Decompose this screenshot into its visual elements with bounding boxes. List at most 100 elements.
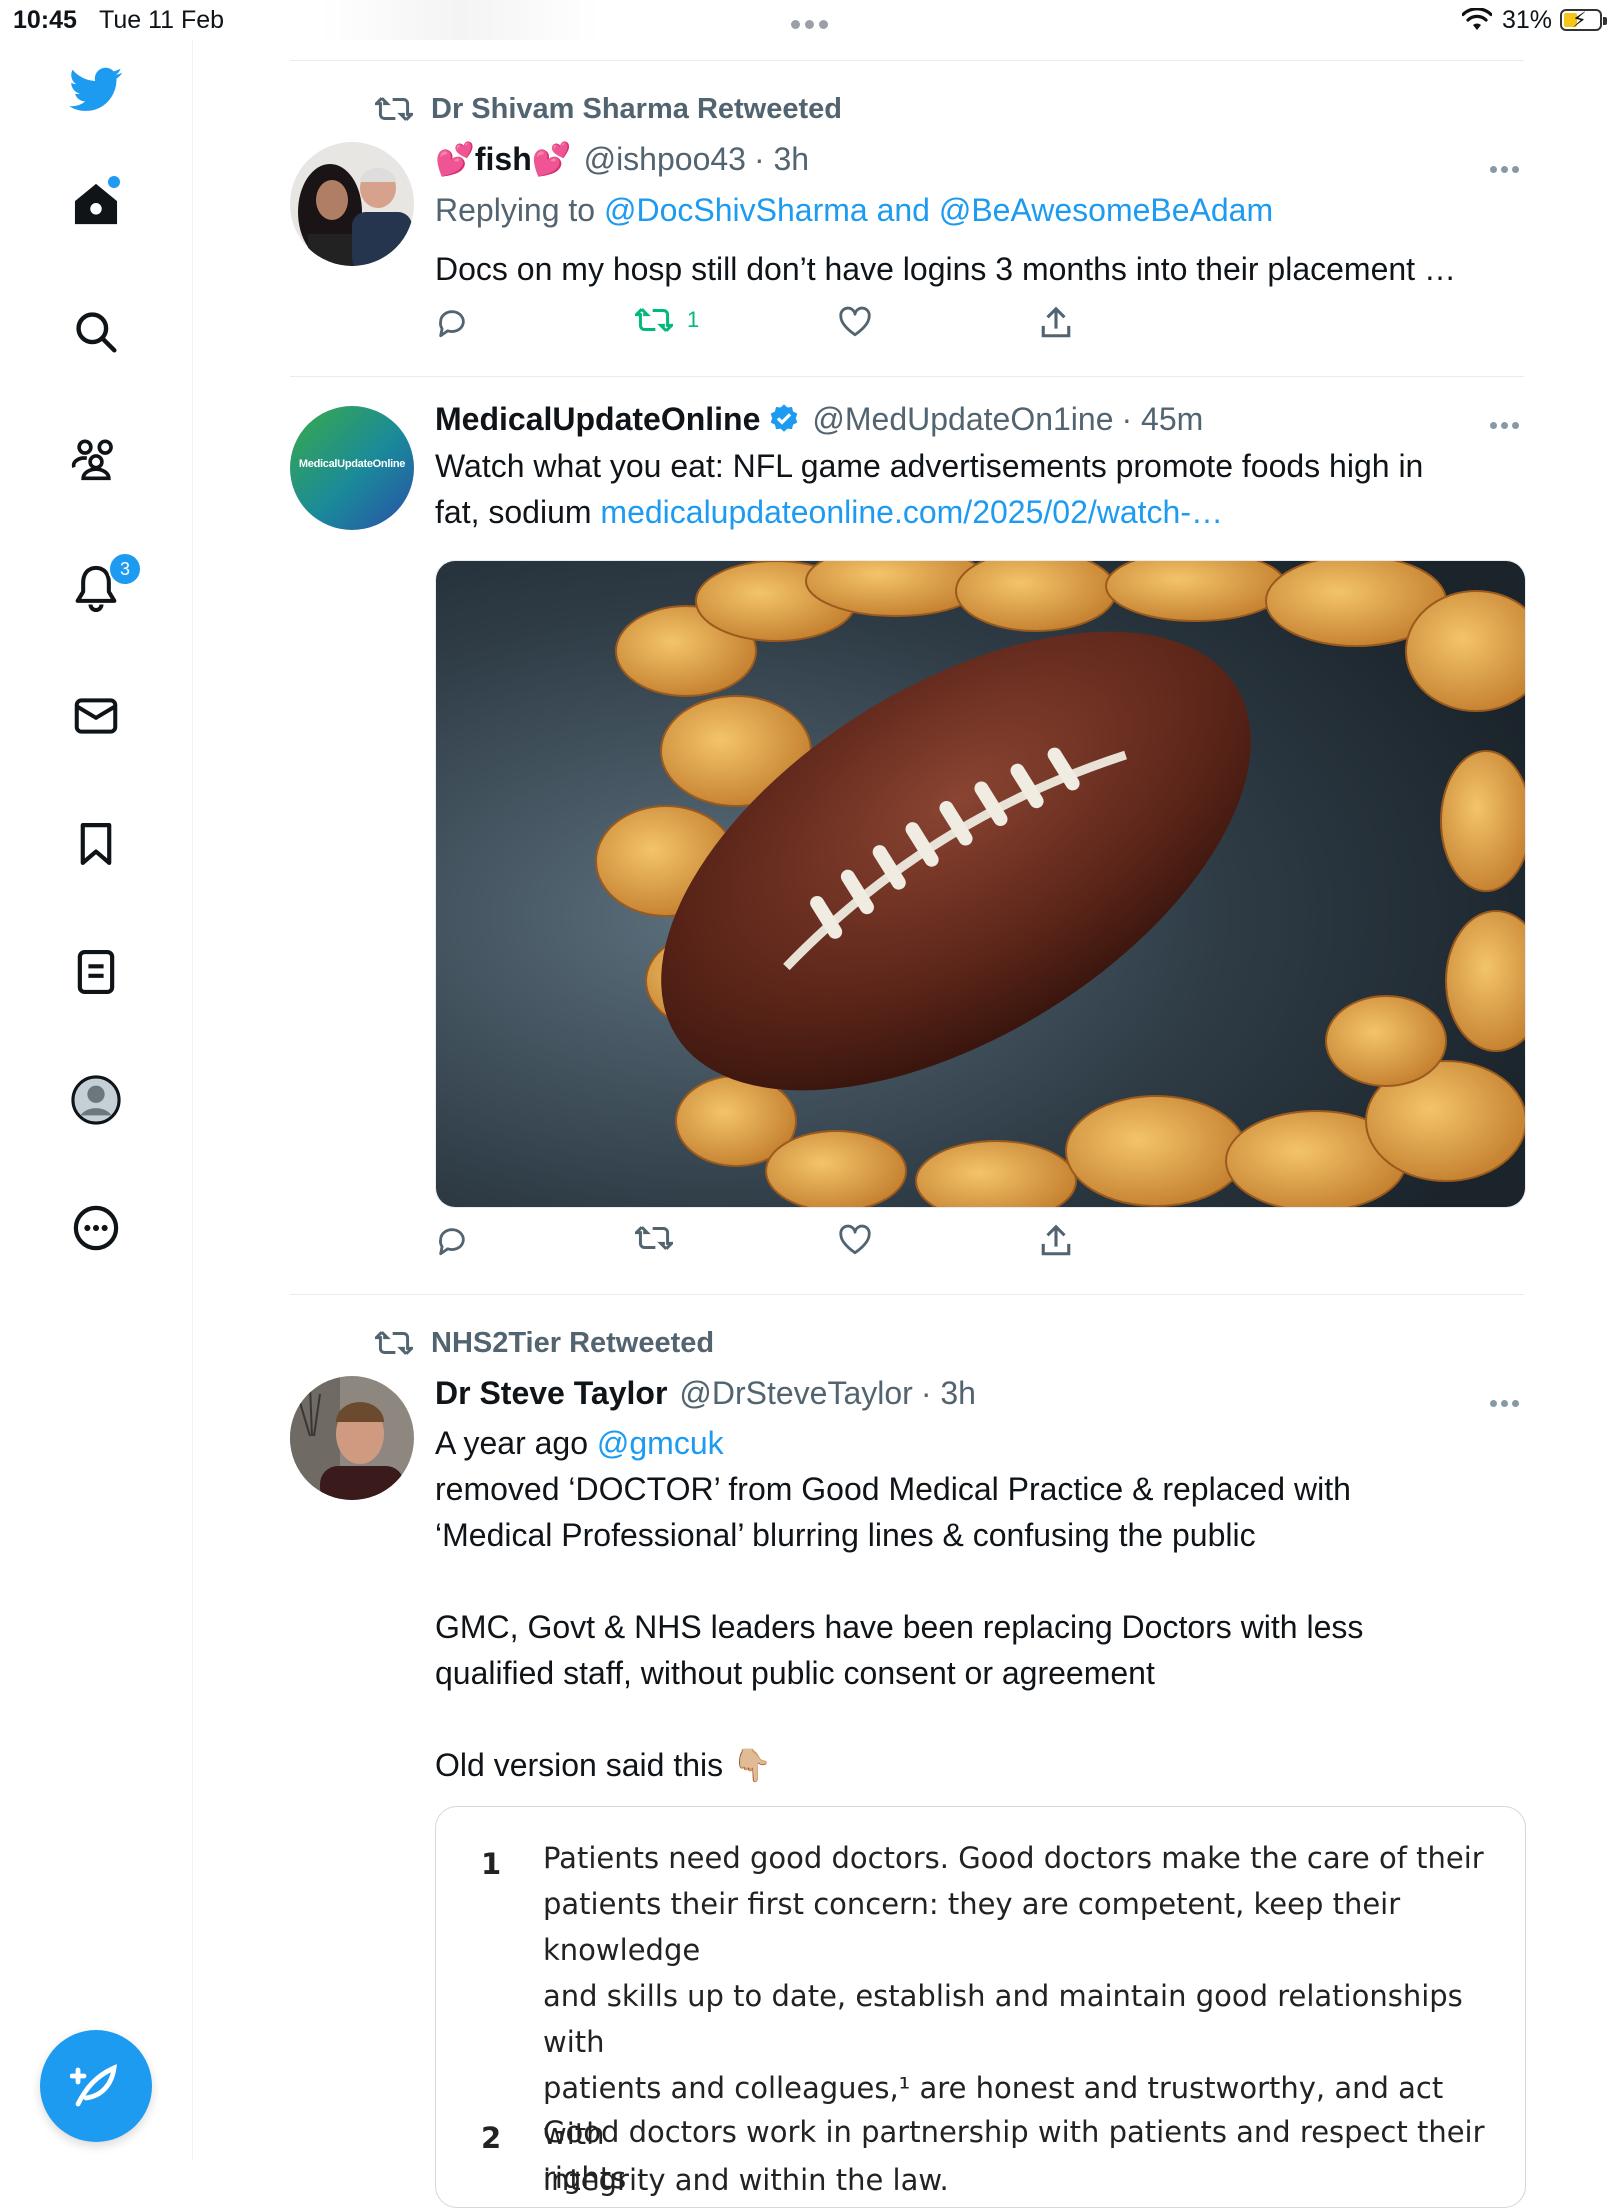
- search-icon[interactable]: [60, 296, 132, 368]
- heart-icon: [839, 1224, 871, 1255]
- retweeted-by-label: NHS2Tier Retweeted: [431, 1326, 715, 1359]
- retweet-button[interactable]: [635, 1224, 673, 1252]
- bookmarks-icon[interactable]: [60, 808, 132, 880]
- handle[interactable]: @DrSteveTaylor: [679, 1375, 912, 1412]
- tweet-text: A year ago @gmcuk removed ‘DOCTOR’ from …: [435, 1420, 1525, 1788]
- tweet-text-fragment: A year ago: [435, 1425, 588, 1461]
- like-button[interactable]: [838, 306, 872, 338]
- quote-line: Good doctors work in partnership with pa…: [543, 2115, 1485, 2195]
- twitter-logo-icon[interactable]: [60, 54, 132, 126]
- messages-icon[interactable]: [60, 680, 132, 752]
- tweet-text-line: A year ago @gmcuk: [435, 1420, 1525, 1466]
- retweet-icon: [635, 1226, 673, 1250]
- tweet-text-line: Old version said this 👇🏼: [435, 1742, 1525, 1788]
- battery-icon: ⚡: [1560, 9, 1607, 32]
- home-unread-dot: [108, 176, 120, 188]
- display-name[interactable]: MedicalUpdateOnline: [435, 401, 760, 438]
- status-date: Tue 11 Feb: [99, 6, 225, 34]
- quote-item-number: 1: [481, 1847, 502, 1881]
- reply-icon: [439, 1228, 465, 1256]
- reply-button[interactable]: [435, 306, 469, 340]
- tweet-actions: 1: [435, 306, 1135, 346]
- quoted-image-card[interactable]: 1 Patients need good doctors. Good docto…: [435, 1806, 1526, 2208]
- share-icon: [1041, 306, 1071, 338]
- mention-link[interactable]: @gmcuk: [597, 1425, 724, 1461]
- retweet-icon: [375, 1331, 413, 1355]
- tweet-text-line: qualified staff, without public consent …: [435, 1655, 1155, 1691]
- tweet-more-icon[interactable]: [1490, 1394, 1524, 1407]
- reply-mention[interactable]: @DocShivSharma: [604, 192, 868, 228]
- tweet-card[interactable]: MedicalUpdateOnline MedicalUpdateOnline …: [290, 376, 1526, 1294]
- avatar[interactable]: MedicalUpdateOnline: [290, 406, 414, 530]
- tweet-card[interactable]: Dr Shivam Sharma Retweeted 💕 fish 💕 @ish…: [290, 60, 1524, 376]
- tweet-card[interactable]: NHS2Tier Retweeted Dr Steve Taylor @DrSt…: [290, 1294, 1526, 2208]
- timestamp[interactable]: · 3h: [754, 141, 809, 178]
- tweet-more-icon[interactable]: [1490, 160, 1524, 173]
- quote-item-text: Good doctors work in partnership with pa…: [543, 2109, 1503, 2201]
- tweet-text: Docs on my hosp still don’t have logins …: [435, 251, 1456, 287]
- wifi-icon: [1462, 8, 1492, 30]
- avatar[interactable]: [290, 142, 414, 266]
- compose-tweet-button[interactable]: [40, 2030, 152, 2142]
- avatar-brand-text: MedicalUpdateOnline: [298, 458, 406, 470]
- multitasking-dots-icon[interactable]: [791, 16, 835, 29]
- quote-line: patients their first concern: they are c…: [543, 1887, 1401, 1967]
- tweet-text-fragment: fat, sodium: [435, 494, 592, 530]
- timestamp[interactable]: · 45m: [1122, 401, 1204, 438]
- tweet-text-fragment: Old version said this: [435, 1747, 724, 1783]
- profile-avatar-icon[interactable]: [60, 1064, 132, 1136]
- reply-mention[interactable]: @BeAwesomeBeAdam: [939, 192, 1273, 228]
- reply-button[interactable]: [435, 1224, 469, 1258]
- handle[interactable]: @MedUpdateOn1ine: [812, 401, 1113, 438]
- quote-line: Patients need good doctors. Good doctors…: [543, 1841, 1484, 1875]
- more-options-icon[interactable]: [60, 1192, 132, 1264]
- notifications-icon[interactable]: 3: [60, 552, 142, 624]
- display-name[interactable]: Dr Steve Taylor: [435, 1375, 667, 1412]
- status-bar: 10:45 Tue 11 Feb 31% ⚡: [0, 0, 1620, 40]
- name-emoji: 💕: [435, 141, 475, 177]
- like-button[interactable]: [838, 1224, 872, 1256]
- compose-feather-icon: [70, 2064, 117, 2107]
- top-bar-blank: [320, 0, 600, 40]
- article-link[interactable]: medicalupdateonline.com/2025/02/watch-…: [600, 494, 1223, 530]
- retweet-context: NHS2Tier Retweeted: [375, 1323, 714, 1363]
- tweet-media-image[interactable]: [435, 560, 1526, 1208]
- sidebar: 3: [0, 40, 193, 2160]
- name-emoji: 💕: [531, 141, 572, 177]
- communities-icon[interactable]: [60, 424, 132, 496]
- reply-icon: [439, 310, 465, 338]
- quote-line: and skills up to date, establish and mai…: [543, 1979, 1463, 2059]
- retweet-icon: [375, 97, 413, 121]
- verified-badge-icon: [771, 404, 798, 432]
- tweet-more-icon[interactable]: [1490, 416, 1524, 429]
- tweet-header: Dr Steve Taylor @DrSteveTaylor · 3h: [435, 1370, 976, 1416]
- share-button[interactable]: [1040, 306, 1072, 340]
- tweet-text-line: fat, sodium medicalupdateonline.com/2025…: [435, 489, 1525, 535]
- retweet-icon: [635, 308, 673, 332]
- avatar[interactable]: [290, 1376, 414, 1500]
- tweet-text: Watch what you eat: NFL game advertiseme…: [435, 443, 1525, 535]
- retweet-context: Dr Shivam Sharma Retweeted: [375, 89, 842, 129]
- home-icon[interactable]: [60, 168, 132, 240]
- battery-percent: 31%: [1502, 6, 1553, 34]
- quote-item-number: 2: [481, 2121, 502, 2155]
- retweet-button[interactable]: 1: [635, 306, 699, 334]
- tweet-actions: [435, 1224, 1135, 1264]
- timestamp[interactable]: · 3h: [921, 1375, 976, 1412]
- reply-context: Replying to @DocShivSharma and @BeAwesom…: [435, 187, 1525, 233]
- tweet-text-line: removed ‘DOCTOR’ from Good Medical Pract…: [435, 1471, 1351, 1507]
- share-icon: [1041, 1224, 1071, 1256]
- share-button[interactable]: [1040, 1224, 1072, 1258]
- retweet-count: 1: [687, 307, 700, 332]
- notifications-badge: 3: [108, 552, 142, 586]
- status-time: 10:45: [13, 6, 77, 34]
- handle[interactable]: @ishpoo43: [584, 141, 746, 178]
- retweeted-by-label: Dr Shivam Sharma Retweeted: [431, 92, 842, 125]
- pointing-down-emoji: 👇🏼: [732, 1747, 772, 1783]
- lists-icon[interactable]: [60, 936, 132, 1008]
- tweet-header: 💕 fish 💕 @ishpoo43 · 3h: [435, 136, 809, 182]
- tweet-text-line: ‘Medical Professional’ blurring lines & …: [435, 1517, 1256, 1553]
- display-name[interactable]: fish: [475, 141, 532, 178]
- heart-icon: [839, 306, 871, 337]
- tweet-text-line: Watch what you eat: NFL game advertiseme…: [435, 448, 1424, 484]
